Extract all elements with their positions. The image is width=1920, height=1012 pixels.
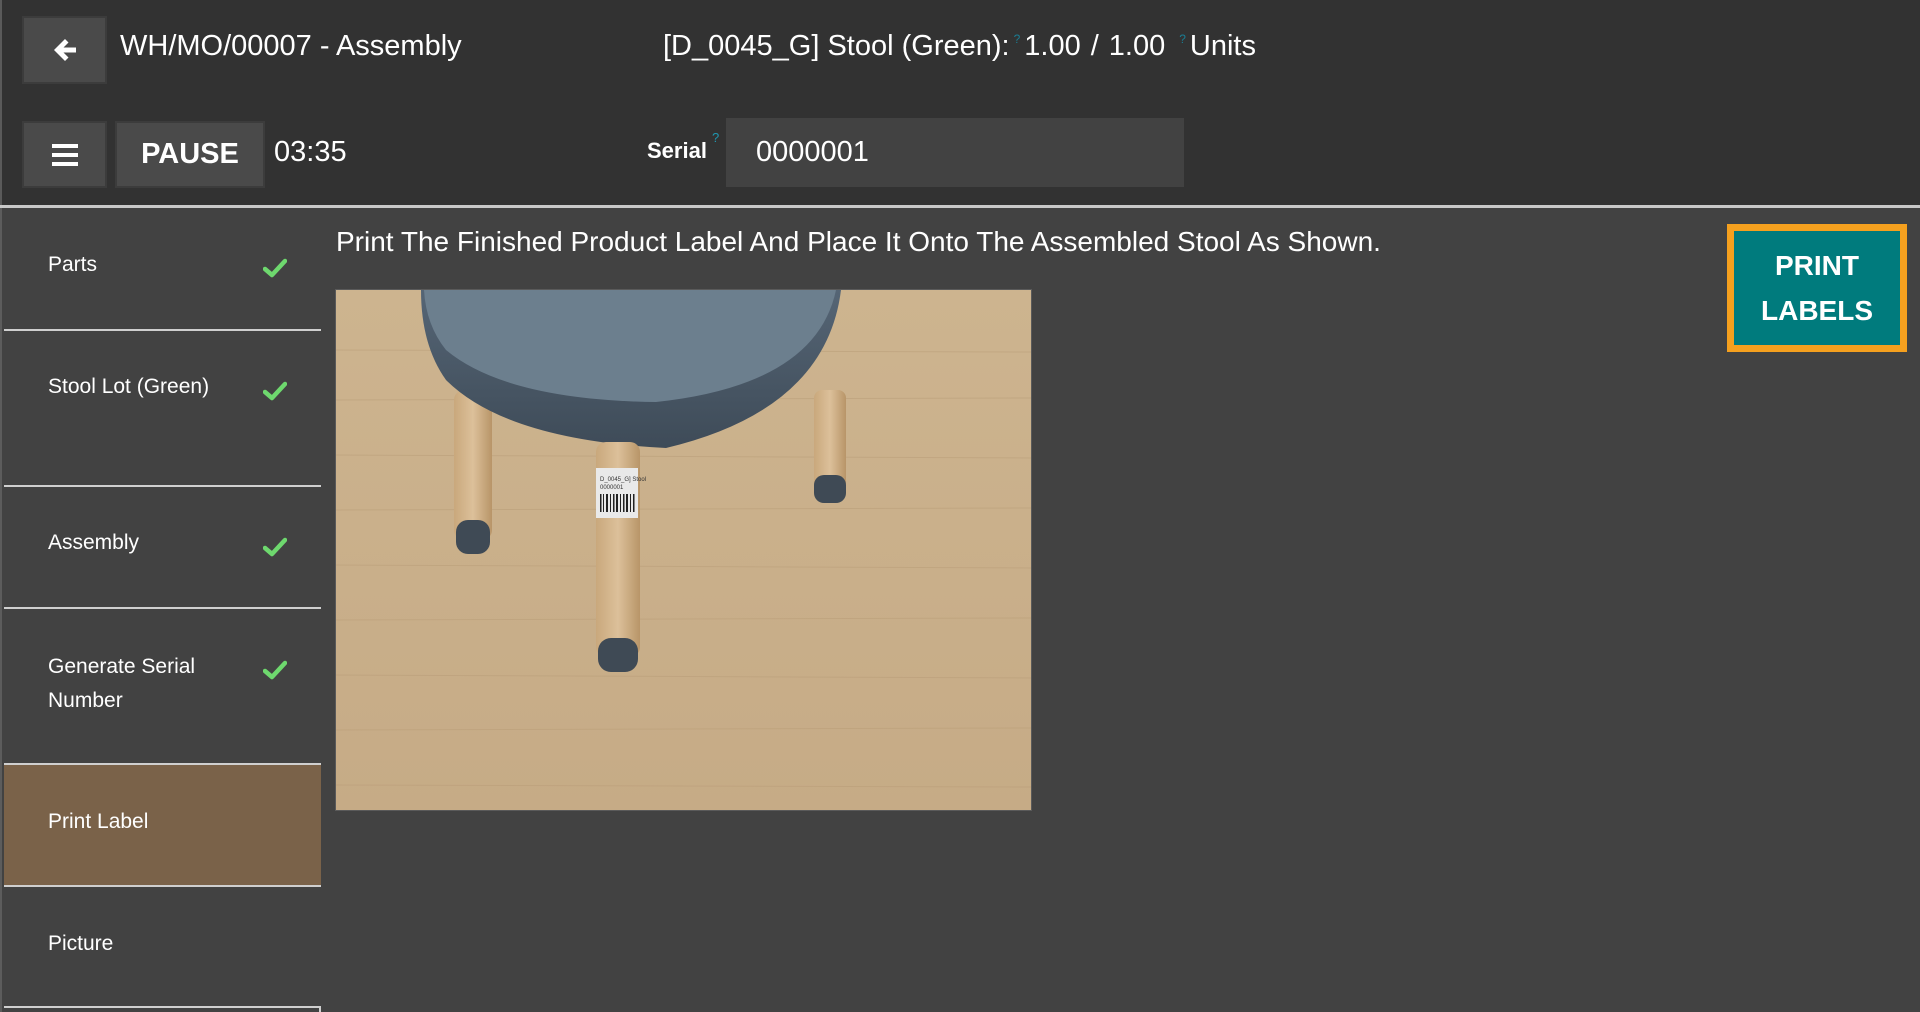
page-title: WH/MO/00007 - Assembly (120, 30, 462, 62)
step-generate-serial[interactable]: Generate Serial Number (4, 609, 321, 765)
top-bar: WH/MO/00007 - Assembly [D_0045_G] Stool … (0, 0, 1920, 205)
help-icon[interactable]: ? (712, 130, 719, 156)
checkmark-icon (263, 537, 287, 557)
print-labels-button-face: PRINT LABELS (1734, 231, 1900, 345)
checkmark-icon (263, 381, 287, 401)
step-label: Assembly (48, 531, 140, 554)
serial-label: Serial ? (647, 130, 723, 164)
menu-button[interactable] (22, 121, 107, 188)
step-label: Generate Serial Number (48, 655, 196, 712)
timer: 03:35 (274, 136, 347, 168)
step-instruction: Print The Finished Product Label And Pla… (336, 226, 1381, 257)
label-sticker-line2: 0000001 (600, 485, 624, 491)
qty-separator: / (1090, 30, 1099, 62)
print-labels-line1: PRINT (1775, 250, 1859, 281)
serial-label-text: Serial (647, 138, 707, 163)
hamburger-menu-icon (51, 143, 78, 166)
step-content: Print The Finished Product Label And Pla… (321, 208, 1920, 1012)
print-labels-button[interactable]: PRINT LABELS (1727, 224, 1907, 352)
step-stool-lot[interactable]: Stool Lot (Green) (4, 331, 321, 487)
step-print-label[interactable]: Print Label (4, 765, 321, 887)
checkmark-icon (263, 258, 287, 278)
product-quantity: [D_0045_G] Stool (Green): ? 1.00 / 1.00 … (663, 30, 1256, 63)
step-parts[interactable]: Parts (4, 208, 321, 331)
help-icon[interactable]: ? (1179, 32, 1186, 46)
pause-button[interactable]: PAUSE (115, 121, 265, 188)
qty-done: 1.00 (1024, 30, 1081, 62)
checkmark-icon (263, 660, 287, 680)
instruction-image: D_0045_G] Stool 0000001 (335, 289, 1032, 811)
back-button[interactable] (22, 16, 107, 84)
step-assembly[interactable]: Assembly (4, 487, 321, 609)
steps-sidebar: Parts Stool Lot (Green) Assembly Generat… (0, 208, 321, 1012)
unit-of-measure: Units (1189, 30, 1256, 62)
step-label: Print Label (48, 810, 149, 833)
print-labels-line2: LABELS (1761, 295, 1873, 326)
step-label: Stool Lot (Green) (48, 375, 210, 398)
help-icon[interactable]: ? (1014, 32, 1021, 46)
qty-total: 1.00 (1108, 30, 1166, 62)
serial-input[interactable] (726, 118, 1184, 187)
step-picture[interactable]: Picture (4, 887, 321, 1008)
label-sticker-line1: D_0045_G] Stool (600, 477, 646, 483)
product-name: [D_0045_G] Stool (Green): (663, 30, 1010, 62)
step-label: Parts (48, 253, 98, 276)
stool-photo: D_0045_G] Stool 0000001 (336, 290, 1031, 810)
step-label: Picture (48, 932, 114, 955)
arrow-left-icon (53, 39, 76, 61)
